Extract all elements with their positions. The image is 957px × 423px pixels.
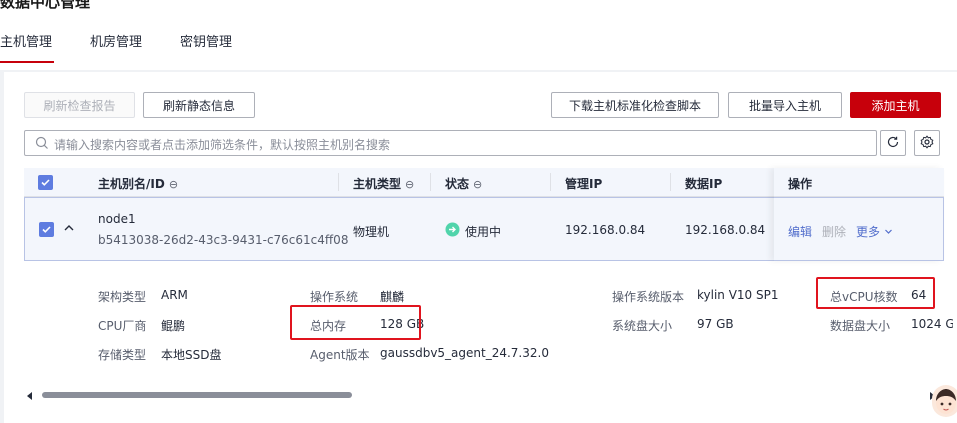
tab-host-management[interactable]: 主机管理 <box>0 35 52 63</box>
arch-value: ARM <box>161 288 188 302</box>
column-header-data-ip: 数据IP <box>685 177 723 191</box>
search-icon <box>35 136 49 153</box>
storage-type-label: 存储类型 <box>98 348 147 362</box>
host-id: b5413038-26d2-43c3-9431-c76c61c4ff08 <box>98 233 349 247</box>
data-disk-value: 1024 G <box>911 317 953 331</box>
column-header-type[interactable]: 主机类型 ⊖ <box>353 175 414 192</box>
host-list-card: 刷新检查报告 刷新静态信息 下载主机标准化检查脚本 批量导入主机 添加主机 请输… <box>4 72 957 423</box>
management-ip: 192.168.0.84 <box>565 223 646 237</box>
refresh-report-button[interactable]: 刷新检查报告 <box>24 92 135 118</box>
arch-label: 架构类型 <box>98 290 147 304</box>
status-badge: 使用中 <box>465 225 502 239</box>
gear-icon <box>920 134 934 152</box>
page-title: 数据中心管理 <box>0 0 91 11</box>
os-value: 麒麟 <box>380 290 405 304</box>
select-all-checkbox[interactable] <box>38 175 53 190</box>
search-input[interactable]: 请输入搜索内容或者点击添加筛选条件，默认按照主机别名搜索 <box>24 130 877 156</box>
cpu-vendor-label: CPU厂商 <box>98 319 147 333</box>
settings-button[interactable] <box>914 130 940 156</box>
highlight-box-vcpu <box>816 277 935 309</box>
search-placeholder: 请输入搜索内容或者点击添加筛选条件，默认按照主机别名搜索 <box>54 138 391 152</box>
os-version-value: kylin V10 SP1 <box>697 288 779 302</box>
chevron-up-icon[interactable] <box>63 222 75 237</box>
system-disk-value: 97 GB <box>697 317 734 331</box>
column-divider <box>430 173 431 191</box>
scroll-left-arrow-icon[interactable] <box>26 390 34 404</box>
data-disk-label: 数据盘大小 <box>830 319 891 333</box>
sort-icon[interactable]: ⊖ <box>473 178 482 191</box>
tab-key-management[interactable]: 密钥管理 <box>180 35 232 63</box>
tab-machine-room-management[interactable]: 机房管理 <box>90 35 142 63</box>
column-header-mgmt-ip: 管理IP <box>565 177 603 191</box>
column-divider <box>550 173 551 191</box>
column-header-status[interactable]: 状态 ⊖ <box>445 175 482 192</box>
system-disk-label: 系统盘大小 <box>612 319 673 333</box>
host-type: 物理机 <box>353 225 390 239</box>
column-divider <box>338 173 339 191</box>
row-checkbox[interactable] <box>39 222 54 237</box>
os-version-label: 操作系统版本 <box>612 290 685 304</box>
refresh-static-info-button[interactable]: 刷新静态信息 <box>143 92 255 118</box>
batch-import-hosts-button[interactable]: 批量导入主机 <box>728 92 842 118</box>
add-host-button[interactable]: 添加主机 <box>850 92 941 118</box>
status-running-icon <box>445 222 460 240</box>
refresh-icon <box>886 135 900 152</box>
cpu-vendor-value: 鲲鹏 <box>161 319 186 333</box>
host-name: node1 <box>98 212 136 226</box>
operations-column-shadow <box>774 168 944 261</box>
storage-type-value: 本地SSD盘 <box>161 348 222 362</box>
sort-icon[interactable]: ⊖ <box>169 178 178 191</box>
highlight-box-memory <box>290 305 421 340</box>
page-header: 数据中心管理 主机管理 机房管理 密钥管理 <box>0 0 957 70</box>
column-header-alias[interactable]: 主机别名/ID ⊖ <box>98 175 178 192</box>
download-check-script-button[interactable]: 下载主机标准化检查脚本 <box>551 92 719 118</box>
agent-version-label: Agent版本 <box>310 348 370 362</box>
sort-icon[interactable]: ⊖ <box>405 178 414 191</box>
data-ip: 192.168.0.84 <box>685 223 766 237</box>
column-divider <box>670 173 671 191</box>
agent-version-value: gaussdbv5_agent_24.7.32.0 <box>380 346 549 360</box>
os-label: 操作系统 <box>310 290 359 304</box>
active-tab-indicator <box>0 61 54 63</box>
scrollbar-thumb[interactable] <box>42 392 352 398</box>
assistant-avatar[interactable] <box>932 385 957 417</box>
tab-bar: 主机管理 机房管理 密钥管理 <box>0 35 270 63</box>
refresh-button[interactable] <box>880 130 906 156</box>
